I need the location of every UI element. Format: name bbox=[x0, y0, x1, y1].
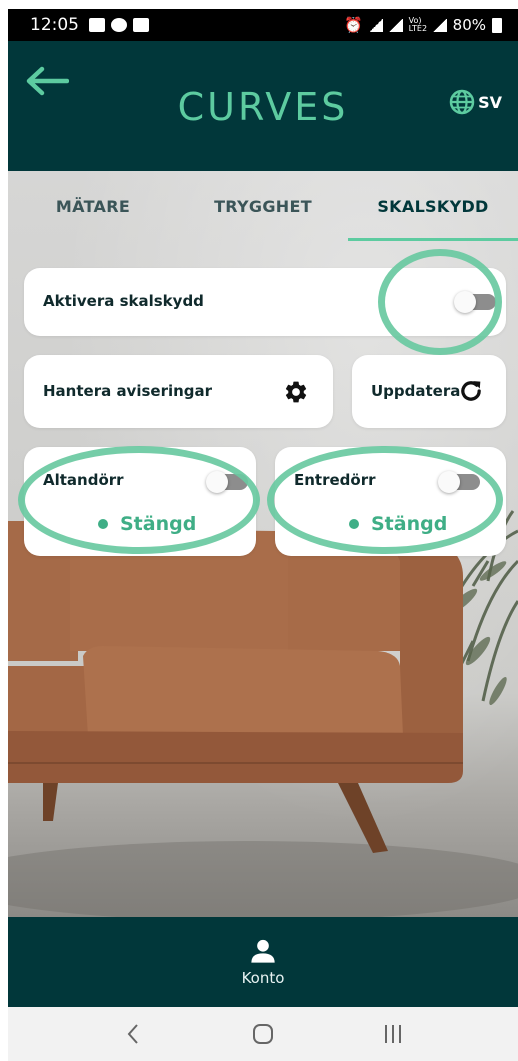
door-status: Stängd bbox=[349, 513, 447, 535]
alarm-icon: ⏰ bbox=[343, 16, 363, 34]
system-recent-apps-button[interactable] bbox=[363, 1014, 423, 1054]
status-text: Stängd bbox=[120, 513, 197, 535]
refresh-icon bbox=[461, 381, 481, 401]
home-square-icon bbox=[253, 1024, 273, 1044]
activate-label: Aktivera skalskydd bbox=[43, 292, 204, 310]
person-icon bbox=[251, 939, 275, 963]
language-code: SV bbox=[478, 92, 502, 112]
status-time: 12:05 bbox=[30, 15, 79, 35]
battery-icon bbox=[492, 17, 502, 33]
door-status: Stängd bbox=[98, 513, 196, 535]
tab-trygghet[interactable]: TRYGGHET bbox=[178, 171, 348, 241]
toggle-knob bbox=[438, 471, 460, 493]
tab-label: TRYGGHET bbox=[214, 196, 312, 216]
tab-skalskydd[interactable]: SKALSKYDD bbox=[348, 171, 518, 241]
nav-account-button[interactable]: Konto bbox=[241, 937, 285, 987]
refresh-button[interactable]: Uppdatera bbox=[352, 355, 506, 428]
battery-level: 80% bbox=[452, 16, 486, 34]
toggle-knob bbox=[206, 471, 228, 493]
door-label: Altandörr bbox=[43, 471, 124, 489]
wifi-icon bbox=[368, 18, 383, 32]
tab-bar: MÄTARE TRYGGHET SKALSKYDD bbox=[8, 171, 518, 241]
status-text: Stängd bbox=[371, 513, 448, 535]
sofa-decoration bbox=[8, 521, 518, 917]
manage-notifications-button[interactable]: Hantera aviseringar bbox=[24, 355, 333, 428]
door-toggle-entredorr[interactable] bbox=[438, 471, 480, 493]
system-back-button[interactable] bbox=[103, 1014, 163, 1054]
door-label: Entredörr bbox=[294, 471, 376, 489]
recent-apps-icon bbox=[385, 1025, 401, 1043]
shield-notification-icon bbox=[111, 18, 127, 32]
door-card-altandorr: Altandörr Stängd bbox=[24, 447, 256, 556]
notifications-label: Hantera aviseringar bbox=[43, 382, 213, 400]
chevron-left-icon bbox=[127, 1024, 138, 1044]
signal-icon bbox=[388, 18, 403, 32]
globe-icon bbox=[449, 89, 475, 115]
app-header: CURVES SV bbox=[8, 41, 518, 171]
main-content: MÄTARE TRYGGHET SKALSKYDD Aktivera skals… bbox=[8, 171, 518, 917]
status-dot bbox=[98, 519, 108, 529]
status-right: ⏰ Vo) LTE2 80% bbox=[344, 16, 502, 34]
status-dot bbox=[349, 519, 359, 529]
toggle-knob bbox=[454, 291, 476, 313]
gallery-icon bbox=[89, 18, 105, 32]
signal-icon-2 bbox=[432, 18, 447, 32]
door-toggle-altandorr[interactable] bbox=[206, 471, 248, 493]
gear-icon bbox=[285, 381, 307, 403]
phone-screen: 12:05 ⏰ Vo) LTE2 80% CURVES SV MÄTARE TR… bbox=[8, 9, 518, 1061]
status-bar: 12:05 ⏰ Vo) LTE2 80% bbox=[8, 9, 518, 41]
network-indicator: Vo) LTE2 bbox=[408, 16, 428, 33]
system-navigation-bar bbox=[8, 1007, 518, 1061]
tab-label: MÄTARE bbox=[55, 196, 131, 216]
door-card-entredorr: Entredörr Stängd bbox=[275, 447, 506, 556]
bottom-navigation: Konto bbox=[8, 917, 518, 1007]
system-home-button[interactable] bbox=[233, 1014, 293, 1054]
tab-label: SKALSKYDD bbox=[377, 196, 489, 216]
message-icon bbox=[133, 18, 149, 32]
activate-shell-protection-card: Aktivera skalskydd bbox=[24, 268, 506, 336]
brand-logo: CURVES bbox=[177, 85, 349, 129]
tab-matare[interactable]: MÄTARE bbox=[8, 171, 178, 241]
activate-toggle[interactable] bbox=[454, 291, 496, 313]
refresh-label: Uppdatera bbox=[371, 382, 461, 400]
language-selector[interactable]: SV bbox=[449, 89, 502, 115]
nav-account-label: Konto bbox=[241, 969, 285, 987]
